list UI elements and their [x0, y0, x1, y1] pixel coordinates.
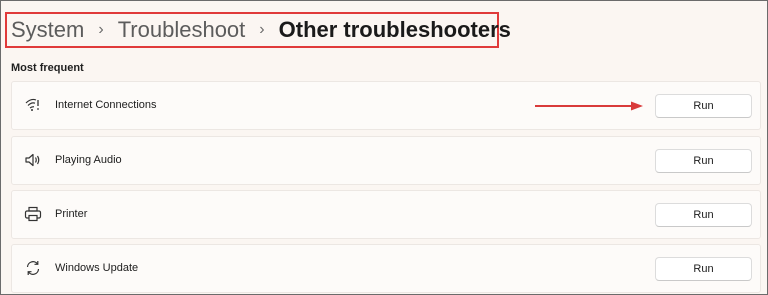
chevron-right-icon: ›: [259, 21, 265, 38]
wifi-icon: [24, 96, 42, 114]
run-printer-button[interactable]: Run: [655, 203, 752, 227]
run-windows-update-button[interactable]: Run: [655, 257, 752, 281]
run-internet-connections-button[interactable]: Run: [655, 94, 752, 118]
annotation-arrow: [535, 101, 643, 111]
page-title: Other troubleshooters: [278, 17, 511, 42]
troubleshooter-label: Internet Connections: [55, 99, 157, 111]
troubleshooter-label: Printer: [55, 208, 88, 220]
section-header-most-frequent: Most frequent: [11, 62, 84, 74]
troubleshooter-card-audio: Playing Audio Run: [11, 136, 761, 185]
troubleshooter-card-internet: Internet Connections Run: [11, 81, 761, 130]
printer-icon: [24, 205, 42, 223]
troubleshooter-card-windows-update: Windows Update Run: [11, 244, 761, 293]
speaker-icon: [24, 151, 42, 169]
breadcrumb-troubleshoot[interactable]: Troubleshoot: [118, 17, 246, 43]
refresh-icon: [24, 259, 42, 277]
settings-window: System › Troubleshoot › Other troublesho…: [0, 0, 768, 295]
breadcrumb-system[interactable]: System: [11, 17, 84, 43]
run-playing-audio-button[interactable]: Run: [655, 149, 752, 173]
breadcrumb: System › Troubleshoot › Other troublesho…: [5, 12, 511, 48]
troubleshooter-label: Playing Audio: [55, 154, 122, 166]
chevron-right-icon: ›: [98, 21, 104, 38]
troubleshooter-card-printer: Printer Run: [11, 190, 761, 239]
troubleshooter-label: Windows Update: [55, 262, 139, 274]
